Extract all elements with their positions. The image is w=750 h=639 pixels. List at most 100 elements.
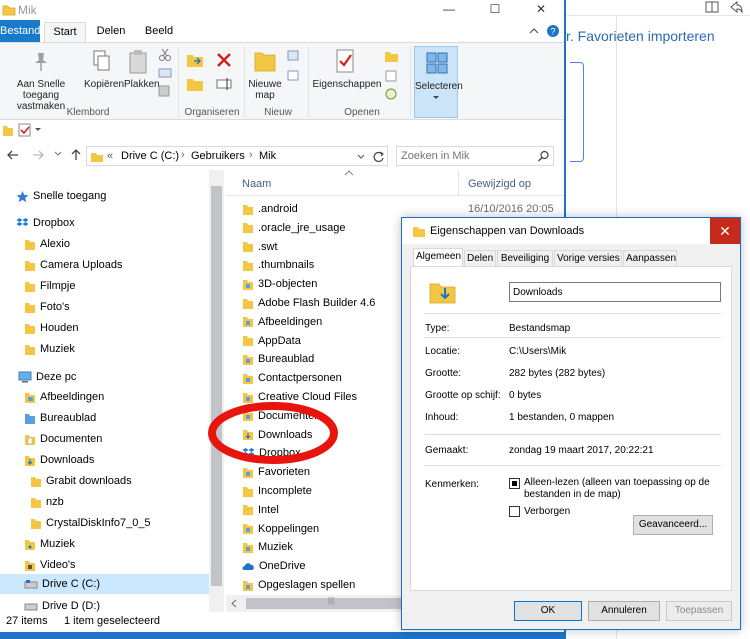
copy-to-icon[interactable] [186,75,206,93]
nav-pc-item[interactable]: Documenten [24,429,102,449]
paste-icon[interactable] [128,49,150,75]
chevron-down-icon[interactable] [54,151,62,157]
nav-pc-item[interactable]: Downloads [24,450,94,470]
tab-vorige-versies[interactable]: Vorige versies [554,250,622,267]
maximize-button[interactable]: ☐ [472,0,518,20]
nav-dropbox-item[interactable]: Camera Uploads [24,255,123,275]
properties-icon[interactable] [334,47,358,75]
column-divider[interactable] [458,171,459,195]
file-row[interactable]: Adobe Flash Builder 4.6 [242,294,375,313]
copy-icon[interactable] [92,49,112,73]
edit-icon[interactable] [384,69,400,83]
nav-this-pc[interactable]: Deze pc [18,367,76,387]
move-to-icon[interactable] [186,51,206,69]
tab-start[interactable]: Start [44,22,86,42]
nav-quick-access[interactable]: Snelle toegang [16,186,106,206]
chevron-down-icon[interactable] [34,127,42,133]
nav-scrollbar-thumb[interactable] [211,186,222,586]
nav-downloads-subitem[interactable]: CrystalDiskInfo7_0_5 [30,513,151,533]
advanced-button[interactable]: Geavanceerd... [633,515,713,535]
import-favorites-link[interactable]: r. Favorieten importeren [566,28,715,44]
tab-aanpassen[interactable]: Aanpassen [623,250,677,267]
minimize-button[interactable]: — [426,0,472,20]
file-row[interactable]: Bureaublad [242,350,314,369]
tab-beveiliging[interactable]: Beveiliging [497,250,553,267]
nav-pc-item[interactable]: Muziek [24,534,75,554]
nav-dropbox-item[interactable]: Filmpje [24,276,75,296]
tab-algemeen[interactable]: Algemeen [413,248,463,267]
nav-dropbox-item[interactable]: Alexio [24,234,70,254]
file-row[interactable]: .oracle_jre_usage [242,219,345,238]
cancel-button[interactable]: Annuleren [588,601,660,621]
title-bar[interactable]: Mik — ☐ ✕ [0,0,564,20]
file-row[interactable]: Intel [242,501,279,520]
new-item-icon[interactable] [286,49,302,63]
new-folder-button[interactable]: Nieuwe map [248,79,282,101]
paste-button[interactable]: Plakken [124,79,160,90]
history-icon[interactable] [384,87,400,101]
dialog-title-bar[interactable]: Eigenschappen van Downloads ✕ [402,218,740,244]
file-row[interactable]: Contactpersonen [242,369,342,388]
chevron-down-icon[interactable] [357,154,365,160]
search-input[interactable] [401,149,531,163]
file-row[interactable]: .swt [242,238,278,257]
chevron-up-icon[interactable] [528,25,540,37]
nav-pc-item[interactable]: Video's [24,555,76,575]
file-row[interactable]: Muziek [242,538,293,557]
folder-name-input[interactable] [509,282,721,302]
select-button[interactable]: Selecteren [414,46,463,118]
paste-shortcut-icon[interactable] [158,85,172,97]
cut-icon[interactable] [158,48,172,62]
tab-beeld[interactable]: Beeld [138,22,180,42]
hidden-checkbox[interactable] [509,506,520,517]
rename-icon[interactable] [215,75,235,93]
file-row[interactable]: Favorieten [242,463,310,482]
forward-icon[interactable] [31,149,45,161]
close-button[interactable]: ✕ [518,0,564,20]
search-box[interactable] [396,146,554,166]
nav-dropbox-item[interactable]: Muziek [24,339,75,359]
ok-button[interactable]: OK [514,601,582,621]
scroll-left-icon[interactable] [230,599,238,608]
tab-bestand[interactable]: Bestand [0,20,40,42]
nav-downloads-subitem[interactable]: Grabit downloads [30,471,132,491]
share-icon[interactable] [728,0,744,14]
folder-icon[interactable] [2,123,14,137]
copy-path-icon[interactable] [158,67,172,79]
nav-downloads-subitem[interactable]: nzb [30,492,64,512]
breadcrumb-mik[interactable]: Mik [259,150,276,162]
search-icon[interactable] [537,150,550,163]
nav-pc-item[interactable]: Bureaublad [24,408,96,428]
nav-pc-item[interactable]: Afbeeldingen [24,387,104,407]
tab-delen[interactable]: Delen [464,250,496,267]
readonly-checkbox[interactable] [509,478,520,489]
properties-button[interactable]: Eigenschappen [312,79,382,90]
pin-icon[interactable] [30,51,52,73]
back-icon[interactable] [6,149,20,161]
file-row[interactable]: Opgeslagen spellen [242,576,355,595]
column-date[interactable]: Gewijzigd op [468,178,531,190]
file-row[interactable]: Incomplete [242,482,312,501]
properties-icon[interactable] [18,123,32,137]
address-bar[interactable]: « Drive C (C:) › Gebruikers › Mik [86,146,388,166]
copy-button[interactable]: Kopiëren [84,79,124,90]
nav-drive-c[interactable]: Drive C (C:) [0,574,209,594]
new-folder-icon[interactable] [254,47,276,73]
up-icon[interactable] [70,148,82,162]
apply-button[interactable]: Toepassen [666,601,732,621]
file-row[interactable]: 3D-objecten [242,275,317,294]
nav-dropbox-item[interactable]: Houden [24,318,79,338]
nav-dropbox-item[interactable]: Foto's [24,297,70,317]
easy-access-icon[interactable] [286,69,302,83]
tab-delen[interactable]: Delen [90,22,132,42]
open-icon[interactable] [384,49,400,63]
file-row[interactable]: .android [242,200,298,219]
column-name[interactable]: Naam [242,178,271,190]
help-icon[interactable]: ? [546,24,560,38]
book-icon[interactable] [704,0,720,14]
breadcrumb-drive-c[interactable]: Drive C (C:) [121,150,179,162]
file-row[interactable]: Afbeeldingen [242,313,322,332]
nav-dropbox[interactable]: Dropbox [16,213,75,233]
dialog-close-button[interactable]: ✕ [710,218,740,244]
file-row[interactable]: .thumbnails [242,256,314,275]
